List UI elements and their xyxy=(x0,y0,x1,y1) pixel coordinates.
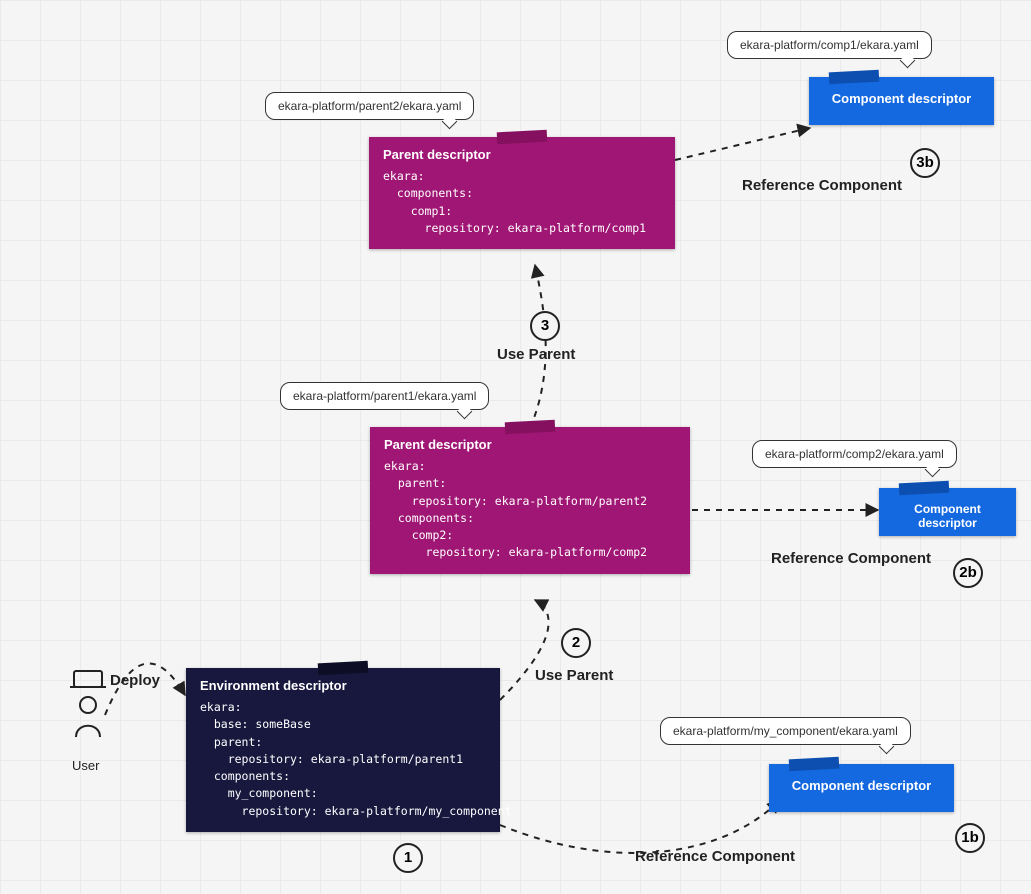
comp2-title: Component descriptor xyxy=(879,488,1016,544)
step-3: 3 xyxy=(530,311,560,341)
user-icon xyxy=(68,667,108,752)
file-label-mycomp: ekara-platform/my_component/ekara.yaml xyxy=(660,717,911,745)
file-label-parent2: ekara-platform/parent2/ekara.yaml xyxy=(265,92,474,120)
env-card: Environment descriptor ekara: base: some… xyxy=(186,668,500,832)
diagram-canvas: User Deploy ekara-platform/parent2/ekara… xyxy=(0,0,1031,894)
use-parent-3-label: Use Parent xyxy=(497,346,575,363)
file-label-comp1: ekara-platform/comp1/ekara.yaml xyxy=(727,31,932,59)
file-label-comp2: ekara-platform/comp2/ekara.yaml xyxy=(752,440,957,468)
step-1: 1 xyxy=(393,843,423,873)
comp2-card: Component descriptor xyxy=(879,488,1016,536)
comp1-card: Component descriptor xyxy=(809,77,994,125)
deploy-label: Deploy xyxy=(110,672,160,689)
mycomp-card: Component descriptor xyxy=(769,764,954,812)
parent2-card: Parent descriptor ekara: components: com… xyxy=(369,137,675,249)
ref-comp-3b-label: Reference Component xyxy=(742,177,902,194)
step-1b: 1b xyxy=(955,823,985,853)
step-2: 2 xyxy=(561,628,591,658)
parent2-code: ekara: components: comp1: repository: ek… xyxy=(369,168,675,249)
ref-comp-1b-label: Reference Component xyxy=(635,848,795,865)
parent1-card: Parent descriptor ekara: parent: reposit… xyxy=(370,427,690,574)
step-3b: 3b xyxy=(910,148,940,178)
user-label: User xyxy=(72,758,99,773)
parent1-code: ekara: parent: repository: ekara-platfor… xyxy=(370,458,690,574)
step-2b: 2b xyxy=(953,558,983,588)
ref-comp-2b-label: Reference Component xyxy=(771,550,931,567)
env-code: ekara: base: someBase parent: repository… xyxy=(186,699,500,832)
file-label-parent1: ekara-platform/parent1/ekara.yaml xyxy=(280,382,489,410)
use-parent-2-label: Use Parent xyxy=(535,667,613,684)
